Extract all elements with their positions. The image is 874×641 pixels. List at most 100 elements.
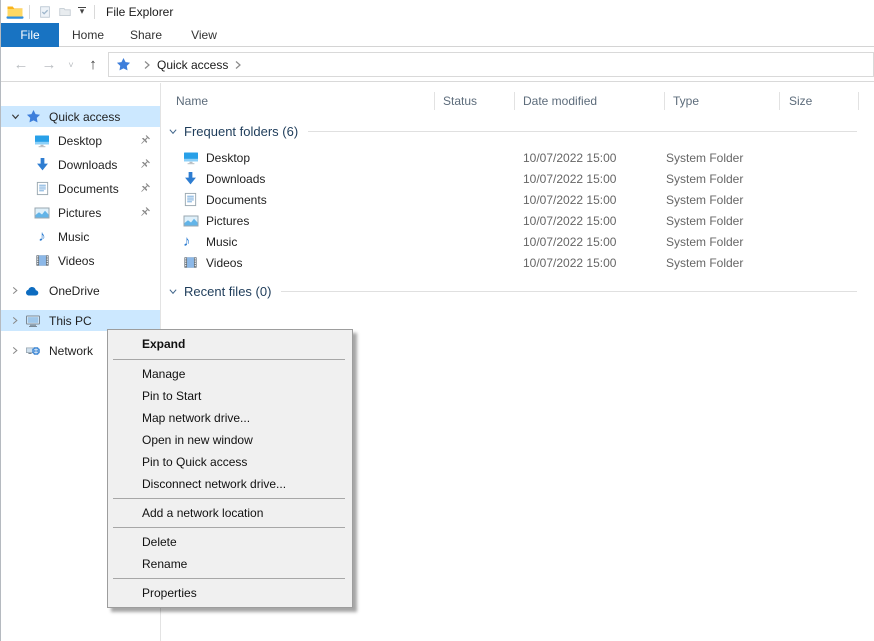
sidebar-item-label: OneDrive bbox=[49, 284, 100, 298]
column-header-status[interactable]: Status bbox=[443, 90, 477, 112]
pin-icon bbox=[138, 158, 151, 171]
column-header-type[interactable]: Type bbox=[673, 90, 699, 112]
tab-home[interactable]: Home bbox=[59, 23, 117, 47]
file-row-documents[interactable]: Documents 10/07/2022 15:00 System Folder bbox=[162, 190, 874, 211]
chevron-down-icon[interactable] bbox=[9, 112, 21, 121]
back-icon[interactable]: ← bbox=[7, 56, 35, 73]
file-row-downloads[interactable]: Downloads 10/07/2022 15:00 System Folder bbox=[162, 169, 874, 190]
sidebar-item-label: This PC bbox=[49, 314, 92, 328]
column-separator bbox=[664, 92, 665, 110]
titlebar-separator bbox=[94, 5, 95, 19]
downloads-icon bbox=[183, 171, 199, 187]
address-bar[interactable]: Quick access bbox=[108, 52, 874, 77]
chevron-down-icon[interactable] bbox=[168, 127, 178, 136]
sidebar-item-label: Quick access bbox=[49, 110, 120, 124]
sidebar-item-music[interactable]: ♪ Music bbox=[1, 226, 160, 247]
sidebar-item-quick-access[interactable]: Quick access bbox=[1, 106, 160, 127]
sidebar-item-label: Desktop bbox=[58, 134, 102, 148]
videos-icon bbox=[34, 253, 50, 269]
breadcrumb-chevron-icon[interactable] bbox=[234, 60, 242, 70]
group-header-frequent-folders[interactable]: Frequent folders (6) bbox=[162, 121, 874, 141]
videos-icon bbox=[183, 255, 199, 271]
file-date: 10/07/2022 15:00 bbox=[523, 253, 616, 274]
window-title: File Explorer bbox=[106, 5, 173, 19]
file-name: Videos bbox=[206, 253, 242, 274]
menu-item-properties[interactable]: Properties bbox=[108, 582, 352, 604]
tab-share[interactable]: Share bbox=[117, 23, 175, 47]
sidebar-item-downloads[interactable]: Downloads bbox=[1, 154, 160, 175]
titlebar-separator bbox=[29, 5, 30, 19]
group-label: Frequent folders (6) bbox=[184, 124, 298, 139]
documents-icon bbox=[34, 181, 50, 197]
music-icon: ♪ bbox=[34, 229, 50, 245]
navigation-bar: ← → ˅ ↑ Quick access bbox=[1, 48, 874, 82]
file-date: 10/07/2022 15:00 bbox=[523, 211, 616, 232]
file-type: System Folder bbox=[666, 253, 743, 274]
chevron-down-icon[interactable] bbox=[168, 287, 178, 296]
menu-item-rename[interactable]: Rename bbox=[108, 553, 352, 575]
menu-item-expand[interactable]: Expand bbox=[108, 333, 352, 356]
network-icon bbox=[25, 343, 41, 359]
file-type: System Folder bbox=[666, 148, 743, 169]
column-header-date-modified[interactable]: Date modified bbox=[523, 90, 597, 112]
tab-view[interactable]: View bbox=[175, 23, 233, 47]
file-explorer-logo-icon bbox=[6, 4, 24, 20]
sidebar-item-pictures[interactable]: Pictures bbox=[1, 202, 160, 223]
file-row-music[interactable]: ♪ Music 10/07/2022 15:00 System Folder bbox=[162, 232, 874, 253]
file-name: Documents bbox=[206, 190, 267, 211]
menu-item-open-in-new-window[interactable]: Open in new window bbox=[108, 429, 352, 451]
downloads-icon bbox=[34, 157, 50, 173]
tab-file[interactable]: File bbox=[1, 23, 59, 47]
sidebar-item-desktop[interactable]: Desktop bbox=[1, 130, 160, 151]
menu-separator bbox=[113, 498, 345, 499]
documents-icon bbox=[183, 192, 199, 208]
file-row-videos[interactable]: Videos 10/07/2022 15:00 System Folder bbox=[162, 253, 874, 274]
sidebar-item-this-pc[interactable]: This PC bbox=[1, 310, 160, 331]
chevron-right-icon[interactable] bbox=[9, 286, 21, 295]
sidebar-item-label: Documents bbox=[58, 182, 119, 196]
breadcrumb-location[interactable]: Quick access bbox=[157, 58, 228, 72]
group-header-recent-files[interactable]: Recent files (0) bbox=[162, 281, 874, 301]
sidebar-item-videos[interactable]: Videos bbox=[1, 250, 160, 271]
chevron-right-icon[interactable] bbox=[9, 316, 21, 325]
column-separator bbox=[858, 92, 859, 110]
up-icon[interactable]: ↑ bbox=[79, 56, 107, 73]
desktop-icon bbox=[34, 133, 50, 149]
column-header-size[interactable]: Size bbox=[789, 90, 812, 112]
sidebar-item-label: Network bbox=[49, 344, 93, 358]
sidebar-item-label: Music bbox=[58, 230, 89, 244]
file-row-desktop[interactable]: Desktop 10/07/2022 15:00 System Folder bbox=[162, 148, 874, 169]
forward-icon[interactable]: → bbox=[35, 56, 63, 73]
file-row-pictures[interactable]: Pictures 10/07/2022 15:00 System Folder bbox=[162, 211, 874, 232]
menu-item-disconnect-network-drive[interactable]: Disconnect network drive... bbox=[108, 473, 352, 495]
breadcrumb-chevron-icon[interactable] bbox=[143, 60, 151, 70]
menu-item-add-network-location[interactable]: Add a network location bbox=[108, 502, 352, 524]
chevron-right-icon[interactable] bbox=[9, 346, 21, 355]
file-type: System Folder bbox=[666, 169, 743, 190]
file-name: Pictures bbox=[206, 211, 249, 232]
menu-item-map-network-drive[interactable]: Map network drive... bbox=[108, 407, 352, 429]
new-folder-icon[interactable] bbox=[55, 3, 75, 21]
properties-icon[interactable] bbox=[35, 3, 55, 21]
sidebar-item-label: Pictures bbox=[58, 206, 101, 220]
sidebar-item-onedrive[interactable]: OneDrive bbox=[1, 280, 160, 301]
menu-item-manage[interactable]: Manage bbox=[108, 363, 352, 385]
menu-item-pin-to-start[interactable]: Pin to Start bbox=[108, 385, 352, 407]
pictures-icon bbox=[183, 213, 199, 229]
sidebar-item-label: Downloads bbox=[58, 158, 117, 172]
menu-separator bbox=[113, 578, 345, 579]
pin-icon bbox=[138, 206, 151, 219]
menu-separator bbox=[113, 359, 345, 360]
sidebar-item-documents[interactable]: Documents bbox=[1, 178, 160, 199]
music-icon: ♪ bbox=[183, 234, 199, 250]
menu-separator bbox=[113, 527, 345, 528]
file-name: Desktop bbox=[206, 148, 250, 169]
quick-access-star-icon bbox=[116, 57, 131, 72]
menu-item-delete[interactable]: Delete bbox=[108, 531, 352, 553]
menu-item-pin-to-quick-access[interactable]: Pin to Quick access bbox=[108, 451, 352, 473]
customize-toolbar-icon[interactable]: ▾ bbox=[75, 6, 89, 17]
file-type: System Folder bbox=[666, 232, 743, 253]
column-header-name[interactable]: Name bbox=[176, 90, 208, 112]
recent-locations-icon[interactable]: ˅ bbox=[63, 60, 79, 70]
column-headers: Name Status Date modified Type Size bbox=[162, 90, 874, 112]
